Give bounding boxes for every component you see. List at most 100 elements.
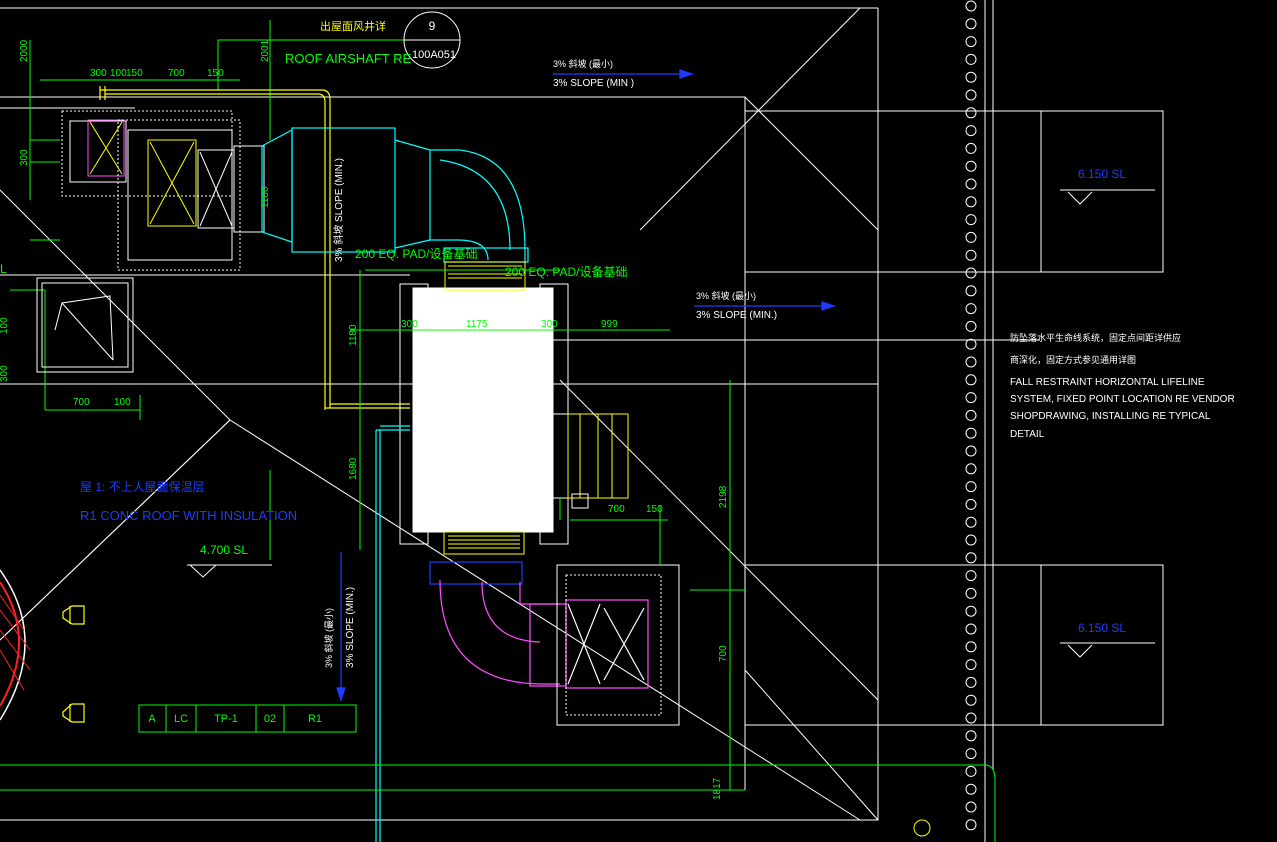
pad-label-1: 200 EQ. PAD/设备基础 (355, 247, 477, 261)
lifeline-post-circle (965, 285, 977, 297)
tag-cell-1: A (148, 713, 156, 725)
airshaft-title-en: ROOF AIRSHAFT RE (285, 51, 411, 66)
dim-300v: 300 (19, 149, 30, 166)
note-cn-2: 商深化，固定方式参见通用详图 (1010, 354, 1136, 365)
level-markers (187, 189, 1155, 658)
lifeline-post-circle (965, 659, 977, 671)
lifeline-post-circle (965, 18, 977, 30)
lifeline-post-circle (965, 107, 977, 119)
lifeline-post-circle (965, 427, 977, 439)
dim-300c: 300 (541, 319, 558, 330)
level-left: 4.700 SL (200, 543, 248, 557)
duct-magenta (429, 561, 649, 689)
lifeline-post-circle (965, 338, 977, 350)
lifeline-post-circle (965, 605, 977, 617)
lifeline-post-circle (965, 516, 977, 528)
dim-1100: 1100 (260, 186, 271, 208)
left-edge-letter: L (0, 262, 7, 276)
lifeline-post-circle (965, 392, 977, 404)
slope-arrows-blue (336, 69, 836, 842)
lifeline-post-circle (965, 178, 977, 190)
lifeline-post-circle (965, 409, 977, 421)
pad-label-2: 200 EQ. PAD/设备基础 (505, 265, 627, 279)
dim-1680: 1680 (348, 457, 359, 480)
lifeline-post-circle (965, 445, 977, 457)
lifeline-post-circle (965, 320, 977, 332)
dim-2198: 2198 (718, 485, 729, 508)
lifeline-post-circle (965, 730, 977, 742)
bubble-top: 9 (429, 19, 436, 33)
lifeline-post-circle (965, 534, 977, 546)
lifeline-post-circle (965, 498, 977, 510)
lifeline-post-circle (965, 712, 977, 724)
lifeline-post-circle (965, 570, 977, 582)
lifeline-post-circle (965, 374, 977, 386)
lifeline-post-circle (965, 641, 977, 653)
lifeline-post-circle (965, 196, 977, 208)
lifeline-post-circle (965, 89, 977, 101)
lifeline-post-circle (965, 748, 977, 760)
roof-vent-upper (62, 605, 85, 625)
note-cn-1: 防坠落水平生命线系统，固定点间距详供应 (1010, 332, 1181, 343)
lifeline-post-circle (965, 36, 977, 48)
dim-1817: 1817 (712, 777, 723, 800)
slope-vertical-lower-cn: 3% 斜坡 (最小) (323, 608, 334, 668)
lifeline-post-circle (965, 765, 977, 777)
lifeline-post-circle (965, 125, 977, 137)
level-right-top: 6.150 SL (1078, 167, 1126, 181)
dim-700v: 700 (718, 645, 729, 662)
tag-cell-3: TP-1 (214, 713, 238, 725)
dim-2000: 2000 (19, 39, 30, 62)
lifeline-post-circle (965, 214, 977, 226)
tag-table (138, 704, 357, 733)
dim-1175: 1175 (466, 319, 488, 330)
dim-100l: 100 (0, 317, 10, 334)
dim-700b: 700 (608, 504, 625, 515)
lifeline-post-circle (965, 142, 977, 154)
lifeline-post-circle (965, 676, 977, 688)
roof-vent-lower (62, 703, 85, 723)
dim-300l: 300 (0, 365, 10, 382)
slope-top-cn: 3% 斜坡 (最小) (553, 58, 613, 69)
level-right-bottom: 6.150 SL (1078, 621, 1126, 635)
roof-type-cn: 屋 1: 不上人屋面保温层 (80, 480, 205, 494)
lifeline-post-circle (965, 819, 977, 831)
tag-cell-4: 02 (264, 713, 276, 725)
slope-mid-en: 3% SLOPE (MIN.) (696, 310, 777, 321)
dim-999: 999 (601, 319, 618, 330)
dim-300b: 300 (401, 319, 418, 330)
exhaust-box-left (36, 277, 134, 373)
side-unit-right (552, 413, 629, 509)
lifeline-post-circle (965, 552, 977, 564)
lifeline-post-circle (965, 587, 977, 599)
lifeline-post-circle (965, 481, 977, 493)
lifeline-post-circle (965, 801, 977, 813)
slope-top-en: 3% SLOPE (MIN ) (553, 78, 634, 89)
fan-unit-bottom (556, 564, 680, 726)
note-en-3: SHOPDRAWING, INSTALLING RE TYPICAL (1010, 411, 1211, 422)
dim-150b: 150 (207, 68, 224, 79)
dim-150a: 150 (126, 68, 143, 79)
fan-unit-top-left (61, 110, 265, 271)
dim-300a: 300 (90, 68, 107, 79)
tag-cell-5: R1 (308, 713, 322, 725)
bubble-bottom: 100A051 (412, 49, 456, 61)
lifeline-post-circle (965, 463, 977, 475)
roof-type-en: R1 CONC ROOF WITH INSULATION (80, 508, 297, 523)
arched-element (0, 569, 31, 721)
lifeline-post-circle (965, 249, 977, 261)
lifeline-post-column (965, 0, 977, 831)
dim-1180: 1180 (348, 324, 359, 346)
lifeline-post-circle (965, 694, 977, 706)
lifeline-post-circle (965, 267, 977, 279)
dim-100b: 100 (114, 397, 131, 408)
equipment-pad-central (399, 261, 569, 555)
cad-roof-plan-drawing: 出屋面风井详 ROOF AIRSHAFT RE 9 100A051 3% 斜坡 … (0, 0, 1235, 842)
note-en-4: DETAIL (1010, 429, 1045, 440)
note-en-2: SYSTEM, FIXED POINT LOCATION RE VENDOR (1010, 394, 1235, 405)
note-en-1: FALL RESTRAINT HORIZONTAL LIFELINE (1010, 377, 1205, 388)
dim-100: 100 (110, 68, 127, 79)
lifeline-post-circle (965, 160, 977, 172)
dim-700a: 700 (168, 68, 185, 79)
lifeline-post-circle (965, 783, 977, 795)
